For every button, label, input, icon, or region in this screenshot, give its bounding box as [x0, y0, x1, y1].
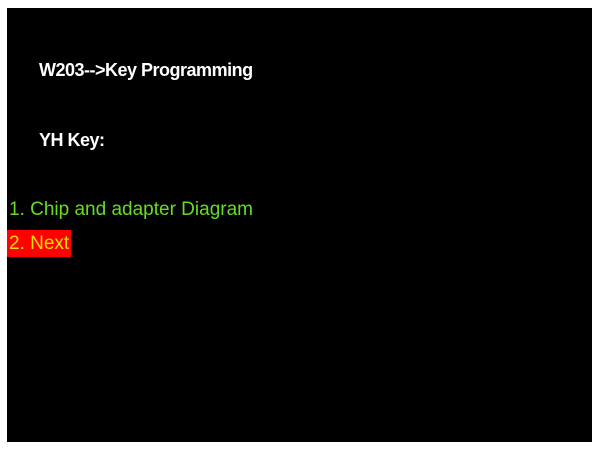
- menu-item-chip-adapter-diagram[interactable]: 1. Chip and adapter Diagram: [7, 196, 255, 223]
- screen-title: W203-->Key Programming: [39, 60, 253, 80]
- menu-item-next[interactable]: 2. Next: [7, 230, 72, 257]
- diagnostic-screen: W203-->Key Programming YH Key: 1. Chip a…: [7, 8, 592, 442]
- screen-subtitle: YH Key:: [39, 130, 105, 150]
